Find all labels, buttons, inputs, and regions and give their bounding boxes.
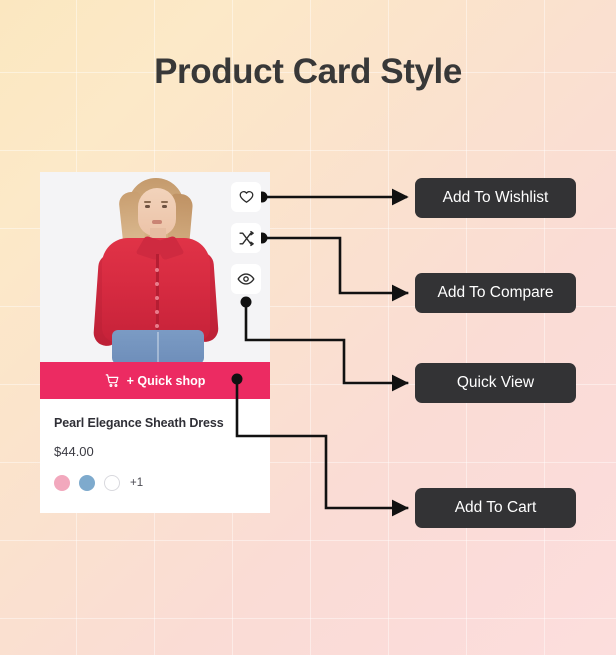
- swatch-more-count[interactable]: +1: [130, 477, 143, 489]
- quick-shop-button[interactable]: + Quick shop: [40, 362, 270, 399]
- swatch-blue[interactable]: [79, 475, 95, 491]
- swatch-white[interactable]: [104, 475, 120, 491]
- color-swatches: +1: [54, 475, 256, 491]
- label-add-to-wishlist[interactable]: Add To Wishlist: [415, 178, 576, 218]
- product-price: $44.00: [54, 444, 94, 459]
- eye-icon: [237, 270, 255, 288]
- shopping-cart-icon: [105, 373, 120, 388]
- diagram-canvas: Product Card Style + Quick shop Pearl El…: [0, 0, 616, 655]
- label-add-to-compare[interactable]: Add To Compare: [415, 273, 576, 313]
- label-add-to-cart[interactable]: Add To Cart: [415, 488, 576, 528]
- heart-icon: [238, 189, 255, 206]
- connector-compare: [256, 232, 409, 302]
- product-name: Pearl Elegance Sheath Dress: [54, 416, 224, 430]
- add-to-compare-button[interactable]: [231, 223, 261, 253]
- label-quick-view[interactable]: Quick View: [415, 363, 576, 403]
- quick-view-button[interactable]: [231, 264, 261, 294]
- page-title: Product Card Style: [154, 52, 462, 91]
- shuffle-icon: [238, 230, 255, 247]
- connector-wishlist: [256, 188, 409, 206]
- add-to-wishlist-button[interactable]: [231, 182, 261, 212]
- swatch-pink[interactable]: [54, 475, 70, 491]
- product-info: Pearl Elegance Sheath Dress $44.00 +1: [40, 399, 270, 491]
- quick-shop-label: + Quick shop: [126, 373, 206, 388]
